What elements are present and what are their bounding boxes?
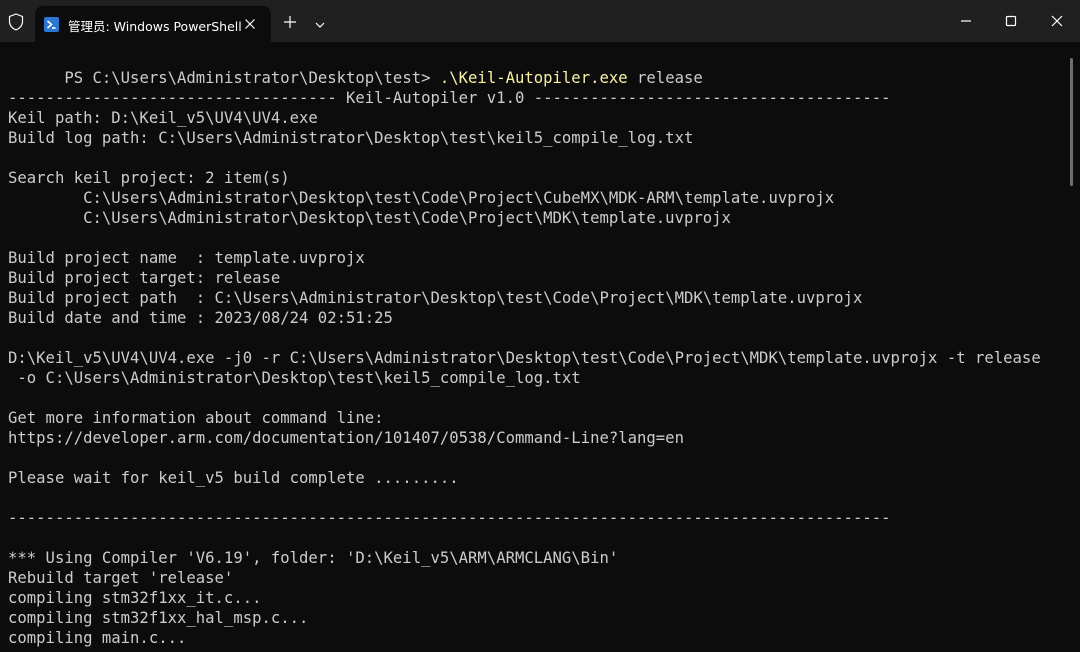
terminal-line: -o C:\Users\Administrator\Desktop\test\k… [8, 369, 581, 387]
terminal-line: Build project target: release [8, 269, 281, 287]
scrollbar[interactable] [1070, 58, 1073, 186]
terminal-line: *** Using Compiler 'V6.19', folder: 'D:\… [8, 549, 619, 567]
terminal-line: compiling stm32f1xx_hal_msp.c... [8, 609, 309, 627]
terminal-line: ----------------------------------------… [8, 509, 891, 527]
terminal-line: C:\Users\Administrator\Desktop\test\Code… [8, 209, 731, 227]
close-window-button[interactable] [1047, 11, 1067, 31]
shield-icon [8, 13, 24, 31]
terminal-line: C:\Users\Administrator\Desktop\test\Code… [8, 189, 835, 207]
close-icon[interactable] [241, 15, 259, 33]
terminal-line: Build log path: C:\Users\Administrator\D… [8, 129, 694, 147]
terminal-line: Build project name : template.uvprojx [8, 249, 365, 267]
terminal-line: https://developer.arm.com/documentation/… [8, 429, 684, 447]
terminal-line: ----------------------------------- Keil… [8, 89, 891, 107]
powershell-window: 管理员: Windows PowerShell PS C:\Users\Admi… [0, 0, 1080, 652]
prompt-line: PS C:\Users\Administrator\Desktop\test> … [8, 48, 702, 87]
terminal-line: Search keil project: 2 item(s) [8, 169, 290, 187]
prompt-command: .\Keil-Autopiler.exe [439, 69, 628, 87]
powershell-icon [44, 17, 59, 32]
minimize-button[interactable] [956, 11, 976, 31]
terminal-output[interactable]: PS C:\Users\Administrator\Desktop\test> … [0, 42, 1068, 652]
terminal-line: D:\Keil_v5\UV4\UV4.exe -j0 -r C:\Users\A… [8, 349, 1041, 367]
terminal-line: Keil path: D:\Keil_v5\UV4\UV4.exe [8, 109, 318, 127]
tab-powershell[interactable]: 管理员: Windows PowerShell [35, 6, 271, 42]
terminal-line: Rebuild target 'release' [8, 569, 234, 587]
prompt-args: release [627, 69, 703, 87]
terminal-line: Please wait for keil_v5 build complete .… [8, 469, 459, 487]
prompt-path: PS C:\Users\Administrator\Desktop\test> [64, 69, 440, 87]
chevron-down-icon[interactable] [313, 16, 327, 28]
maximize-button[interactable] [1001, 11, 1021, 31]
terminal-line: Get more information about command line: [8, 409, 384, 427]
title-bar[interactable]: 管理员: Windows PowerShell [0, 0, 1080, 42]
terminal-line: compiling main.c... [8, 629, 187, 647]
tab-title: 管理员: Windows PowerShell [68, 19, 242, 34]
terminal-line: Build project path : C:\Users\Administra… [8, 289, 863, 307]
plus-icon[interactable] [282, 14, 298, 30]
terminal-line: compiling stm32f1xx_it.c... [8, 589, 262, 607]
terminal-line: Build date and time : 2023/08/24 02:51:2… [8, 309, 393, 327]
